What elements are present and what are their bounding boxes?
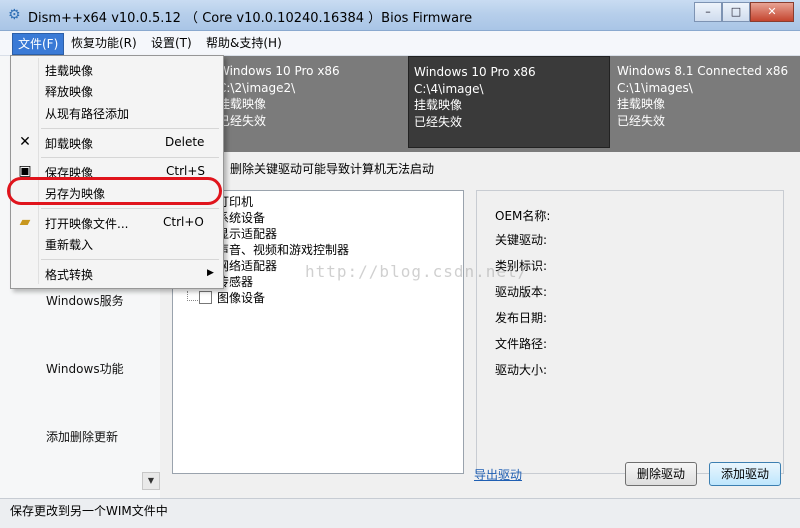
menu-file[interactable]: 文件(F) bbox=[12, 33, 65, 55]
image-card[interactable]: Windows 8.1 Connected x86 C:\1\images\ 挂… bbox=[617, 56, 797, 148]
image-status: 已经失效 bbox=[617, 113, 666, 128]
menu-bar: 文件(F) 恢复功能(R) 设置(T) 帮助&支持(H) bbox=[0, 31, 800, 56]
tree-item-row[interactable]: 图像设备 bbox=[173, 289, 453, 305]
close-x-icon: ✕ bbox=[19, 134, 31, 150]
scroll-down-icon[interactable]: ▼ bbox=[142, 472, 160, 490]
driver-info: OEM名称: 关键驱动: 类别标识: 驱动版本: 发布日期: 文件路径: 驱动大… bbox=[476, 190, 784, 474]
menu-item-open-image-file[interactable]: 打开映像文件... bbox=[45, 215, 128, 232]
main-window: ⚙ Dism++x64 v10.0.5.12 （ Core v10.0.1024… bbox=[0, 0, 800, 528]
info-date-label: 发布日期: bbox=[495, 311, 548, 325]
status-text: 保存更改到另一个WIM文件中 bbox=[10, 504, 168, 518]
warning-text: 删除关键驱动可能导致计算机无法启动 bbox=[230, 162, 435, 176]
image-status: 已经失效 bbox=[414, 114, 463, 129]
tree-item[interactable]: 网络适配器 bbox=[217, 257, 277, 274]
menu-item-reload[interactable]: 重新载入 bbox=[45, 236, 93, 253]
window-title: Dism++x64 v10.0.5.12 （ Core v10.0.10240.… bbox=[28, 11, 473, 26]
menu-item-mount-image[interactable]: 挂载映像 bbox=[45, 62, 93, 79]
tree-item[interactable]: 声音、视频和游戏控制器 bbox=[217, 241, 349, 258]
image-path: C:\2\image2\ bbox=[218, 80, 296, 95]
shortcut-ctrl-s: Ctrl+S bbox=[166, 164, 206, 178]
image-path: C:\4\image\ bbox=[414, 81, 484, 96]
image-card-selected[interactable]: Windows 10 Pro x86 C:\4\image\ 挂载映像 已经失效 bbox=[408, 56, 610, 148]
delete-driver-button[interactable]: 删除驱动 bbox=[625, 462, 697, 486]
info-path-label: 文件路径: bbox=[495, 337, 548, 351]
image-card[interactable]: Windows 10 Pro x86 C:\2\image2\ 挂载映像 已经失… bbox=[218, 56, 410, 148]
title-bar: ⚙ Dism++x64 v10.0.5.12 （ Core v10.0.1024… bbox=[0, 0, 800, 31]
shortcut-ctrl-o: Ctrl+O bbox=[163, 215, 204, 229]
close-button[interactable]: ✕ bbox=[750, 2, 794, 22]
checkbox[interactable] bbox=[199, 291, 212, 304]
open-folder-icon: ▰ bbox=[19, 214, 31, 230]
menu-separator bbox=[41, 128, 219, 129]
image-name: Windows 10 Pro x86 bbox=[414, 65, 536, 79]
watermark-text: http://blog.csdn.net/ bbox=[305, 262, 529, 281]
info-version-label: 驱动版本: bbox=[495, 285, 548, 299]
minimize-button[interactable]: – bbox=[694, 2, 722, 22]
image-name: Windows 8.1 Connected x86 bbox=[617, 64, 789, 78]
image-path: C:\1\images\ bbox=[617, 80, 693, 95]
tree-item[interactable]: 系统设备 bbox=[217, 209, 265, 226]
status-bar: 保存更改到另一个WIM文件中 bbox=[0, 498, 800, 528]
tree-item[interactable]: 显示适配器 bbox=[217, 225, 277, 242]
file-menu-dropdown: 挂载映像 释放映像 从现有路径添加 ✕ 卸载映像 Delete ▣ 保存映像 C… bbox=[10, 55, 224, 289]
maximize-button[interactable]: □ bbox=[722, 2, 750, 22]
menu-restore[interactable]: 恢复功能(R) bbox=[66, 33, 142, 53]
menu-settings[interactable]: 设置(T) bbox=[146, 33, 197, 53]
export-driver-link[interactable]: 导出驱动 bbox=[474, 466, 522, 483]
info-critical-label: 关键驱动: bbox=[495, 233, 548, 247]
tree-item: 图像设备 bbox=[217, 291, 266, 305]
menu-help[interactable]: 帮助&支持(H) bbox=[201, 33, 287, 53]
menu-separator bbox=[41, 259, 219, 260]
image-state: 挂载映像 bbox=[414, 98, 463, 112]
driver-panel: 删除关键驱动可能导致计算机无法启动 打印机 系统设备 显示适配器 声音、视频和游… bbox=[160, 152, 800, 498]
red-highlight-annotation bbox=[7, 177, 222, 205]
menu-separator bbox=[41, 157, 219, 158]
image-status: 已经失效 bbox=[218, 113, 267, 128]
shortcut-delete: Delete bbox=[165, 135, 205, 149]
image-state: 挂载映像 bbox=[218, 97, 267, 111]
menu-gutter bbox=[38, 58, 39, 284]
sidebar-item-windows-services[interactable]: Windows服务 bbox=[46, 292, 124, 309]
image-list: Windows 10 Pro x86 C:\2\image2\ 挂载映像 已经失… bbox=[160, 56, 800, 152]
menu-separator bbox=[41, 208, 219, 209]
sidebar-item-windows-features[interactable]: Windows功能 bbox=[46, 360, 124, 377]
window-controls: – □ ✕ bbox=[694, 2, 794, 22]
gear-icon: ⚙ bbox=[8, 7, 21, 23]
menu-item-unmount-image[interactable]: 卸载映像 bbox=[45, 135, 93, 152]
chevron-right-icon: ▶ bbox=[207, 268, 214, 278]
menu-item-add-from-path[interactable]: 从现有路径添加 bbox=[45, 105, 129, 122]
menu-item-release-image[interactable]: 释放映像 bbox=[45, 83, 93, 100]
image-state: 挂载映像 bbox=[617, 97, 666, 111]
sidebar-item-updates[interactable]: 添加删除更新 bbox=[46, 428, 118, 445]
info-size-label: 驱动大小: bbox=[495, 363, 548, 377]
add-driver-button[interactable]: 添加驱动 bbox=[709, 462, 781, 486]
info-oem-label: OEM名称: bbox=[495, 209, 551, 223]
image-name: Windows 10 Pro x86 bbox=[218, 64, 340, 78]
menu-item-format-convert[interactable]: 格式转换 bbox=[45, 266, 93, 283]
